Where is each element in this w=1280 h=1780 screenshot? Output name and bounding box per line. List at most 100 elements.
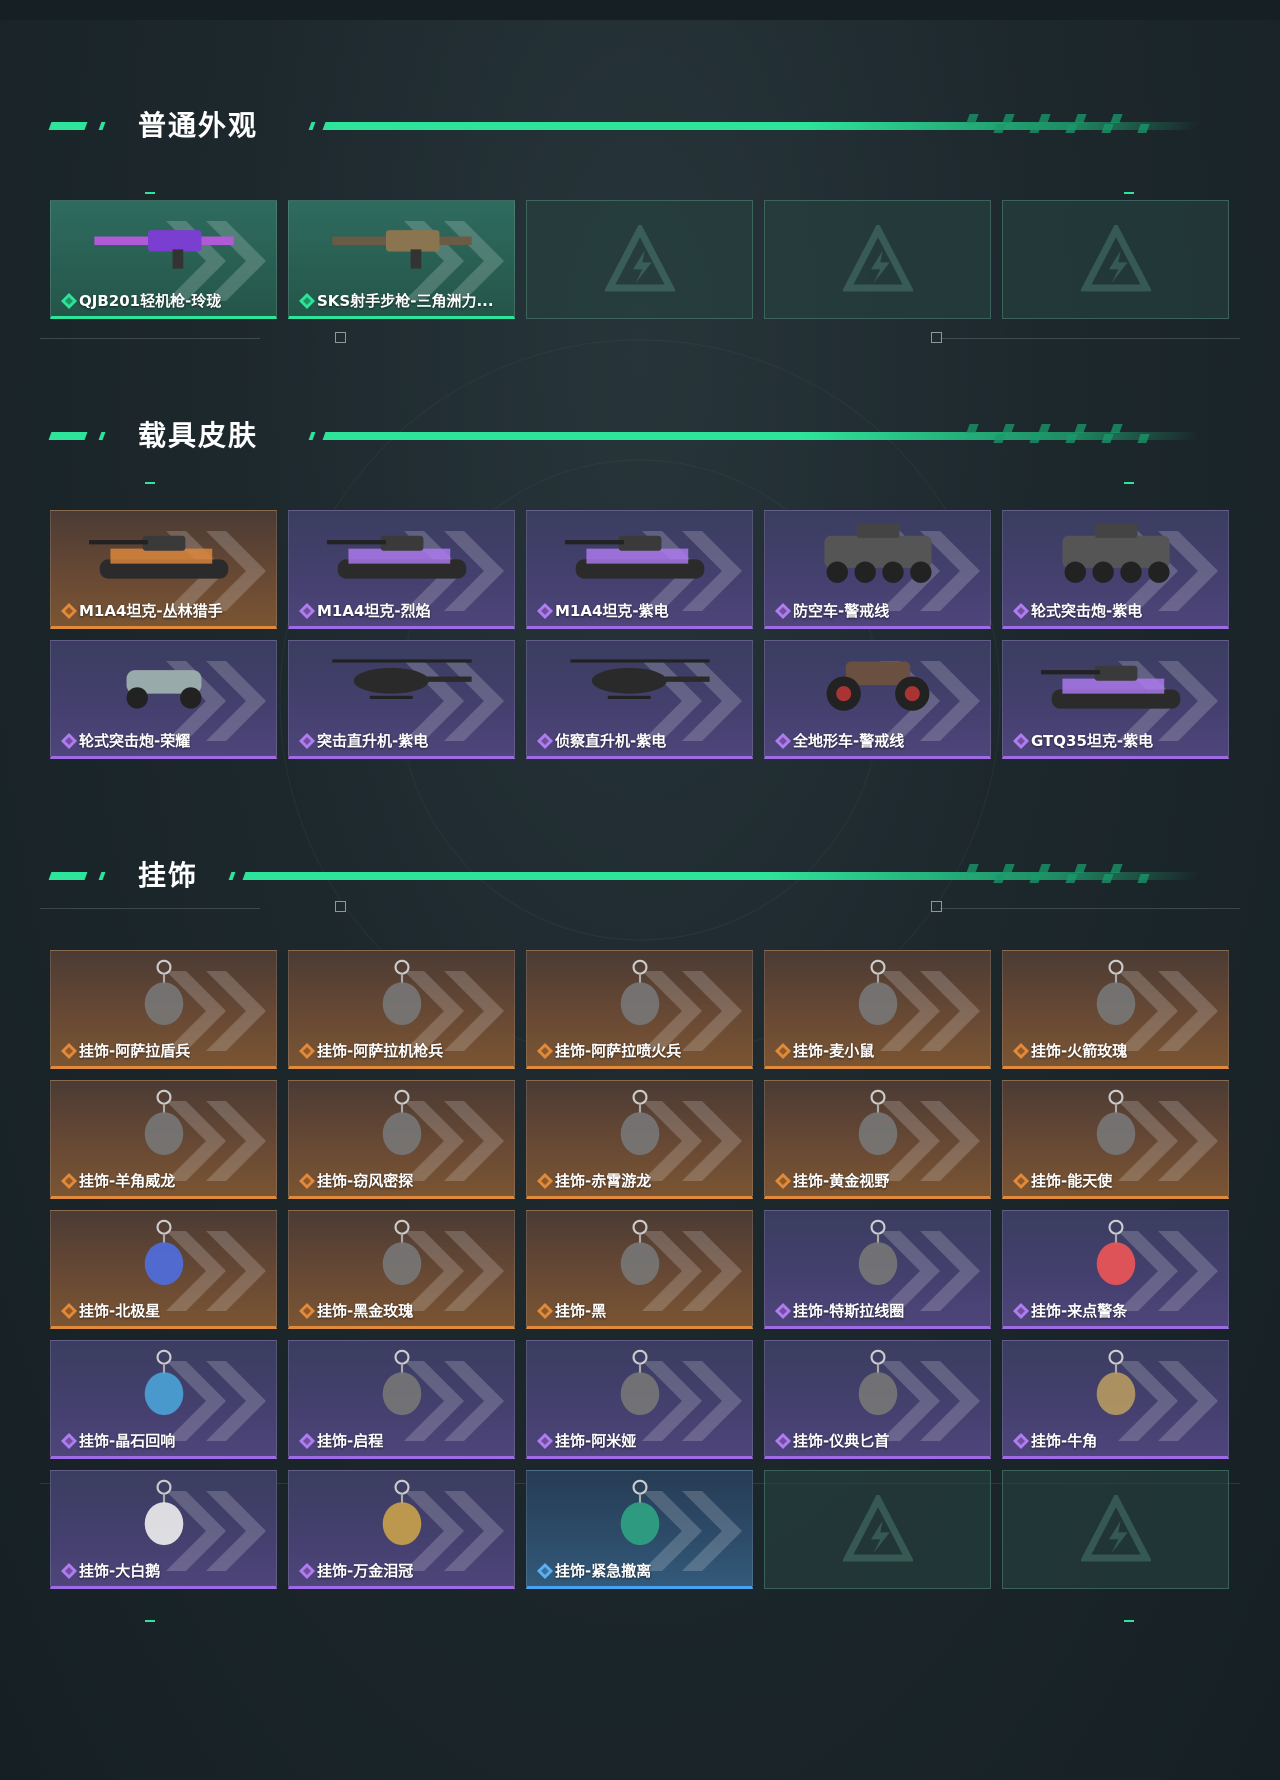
item-card[interactable]: 挂饰-羊角威龙 — [50, 1080, 277, 1199]
item-label: 挂饰-羊角威龙 — [79, 1172, 176, 1190]
charm-rose-icon — [382, 1219, 421, 1286]
decor-dash — [1124, 482, 1134, 484]
item-card[interactable]: 挂饰-来点警条 — [1002, 1210, 1229, 1329]
rarity-icon — [299, 603, 315, 619]
checker-square — [1110, 114, 1123, 123]
rarity-icon — [61, 293, 77, 309]
rarity-icon — [537, 733, 553, 749]
item-card[interactable]: M1A4坦克-丛林猎手 — [50, 510, 277, 629]
checker-square — [1101, 874, 1114, 883]
item-card[interactable]: 挂饰-晶石回响 — [50, 1340, 277, 1459]
item-card[interactable]: 挂饰-紧急撤离 — [526, 1470, 753, 1589]
item-grid: QJB201轻机枪-玲珑 SKS射手步枪-三角洲力... — [50, 200, 1229, 319]
empty-slot — [1002, 1470, 1229, 1589]
item-card[interactable]: 挂饰-北极星 — [50, 1210, 277, 1329]
item-card[interactable]: 突击直升机-紫电 — [288, 640, 515, 759]
rarity-icon — [775, 1303, 791, 1319]
rarity-icon — [537, 1303, 553, 1319]
charm-medal-icon — [382, 1349, 421, 1416]
item-card[interactable]: 挂饰-牛角 — [1002, 1340, 1229, 1459]
decor-line — [940, 338, 1240, 339]
header-accent — [48, 432, 88, 440]
section-title: 载具皮肤 — [138, 419, 259, 452]
item-card[interactable]: M1A4坦克-烈焰 — [288, 510, 515, 629]
item-card[interactable]: 挂饰-仪典匕首 — [764, 1340, 991, 1459]
item-card[interactable]: 挂饰-阿萨拉盾兵 — [50, 950, 277, 1069]
item-card[interactable]: 挂饰-窃风密探 — [288, 1080, 515, 1199]
rarity-icon — [299, 1303, 315, 1319]
rarity-icon — [299, 733, 315, 749]
section-title: 普通外观 — [138, 109, 259, 142]
item-card[interactable]: 挂饰-万金泪冠 — [288, 1470, 515, 1589]
item-card[interactable]: 挂饰-黄金视野 — [764, 1080, 991, 1199]
checker-square — [1002, 424, 1015, 433]
item-card[interactable]: 挂饰-能天使 — [1002, 1080, 1229, 1199]
rarity-icon — [61, 1303, 77, 1319]
rarity-icon — [299, 293, 315, 309]
item-card[interactable]: 挂饰-阿萨拉机枪兵 — [288, 950, 515, 1069]
item-card[interactable]: 挂饰-黑金玫瑰 — [288, 1210, 515, 1329]
item-card[interactable]: 防空车-警戒线 — [764, 510, 991, 629]
item-card[interactable]: 挂饰-大白鹅 — [50, 1470, 277, 1589]
header-checker — [966, 114, 1168, 136]
rarity-icon — [537, 1433, 553, 1449]
item-card[interactable]: 轮式突击炮-荣耀 — [50, 640, 277, 759]
item-label: 挂饰-牛角 — [1031, 1432, 1098, 1450]
item-card[interactable]: GTQ35坦克-紫电 — [1002, 640, 1229, 759]
decor-dash — [145, 192, 155, 194]
item-card[interactable]: QJB201轻机枪-玲珑 — [50, 200, 277, 319]
checker-square — [1038, 864, 1051, 873]
charm-coil-icon — [858, 1219, 897, 1286]
item-card[interactable]: 挂饰-赤霄游龙 — [526, 1080, 753, 1199]
decor-dash — [145, 482, 155, 484]
item-card[interactable]: 挂饰-黑 — [526, 1210, 753, 1329]
item-card[interactable]: M1A4坦克-紫电 — [526, 510, 753, 629]
checker-square — [1029, 434, 1042, 443]
header-accent — [98, 122, 106, 130]
item-label: 侦察直升机-紫电 — [555, 732, 667, 750]
item-label: 轮式突击炮-荣耀 — [79, 732, 191, 750]
item-card[interactable]: 挂饰-特斯拉线圈 — [764, 1210, 991, 1329]
header-accent — [98, 872, 106, 880]
checker-square — [1101, 124, 1114, 133]
rarity-icon — [61, 1173, 77, 1189]
item-label: 全地形车-警戒线 — [793, 732, 905, 750]
item-card[interactable]: 挂饰-阿米娅 — [526, 1340, 753, 1459]
item-label: 挂饰-火箭玫瑰 — [1031, 1042, 1128, 1060]
rarity-icon — [775, 1173, 791, 1189]
rarity-icon — [1013, 733, 1029, 749]
checker-square — [966, 424, 979, 433]
section-header: 挂饰 — [48, 858, 1200, 898]
decor-square — [931, 901, 942, 912]
section-header: 普通外观 — [48, 108, 1200, 148]
checker-square — [1029, 124, 1042, 133]
rarity-icon — [537, 603, 553, 619]
rarity-icon — [1013, 1433, 1029, 1449]
rarity-icon — [61, 733, 77, 749]
helicopter-icon — [569, 659, 710, 699]
charm-figure-icon — [620, 959, 659, 1026]
item-label: 挂饰-阿萨拉盾兵 — [79, 1042, 191, 1060]
item-card[interactable]: 挂饰-麦小鼠 — [764, 950, 991, 1069]
charm-figure-icon — [144, 959, 183, 1026]
item-label: 挂饰-黑 — [555, 1302, 607, 1320]
item-card[interactable]: 挂饰-火箭玫瑰 — [1002, 950, 1229, 1069]
item-card[interactable]: 侦察直升机-紫电 — [526, 640, 753, 759]
rarity-icon — [61, 1043, 77, 1059]
item-card[interactable]: 挂饰-阿萨拉喷火兵 — [526, 950, 753, 1069]
rarity-icon — [775, 1043, 791, 1059]
item-card[interactable]: 全地形车-警戒线 — [764, 640, 991, 759]
charm-mouse-icon — [858, 959, 897, 1026]
buggy-icon — [126, 670, 201, 709]
item-card[interactable]: SKS射手步枪-三角洲力... — [288, 200, 515, 319]
checker-square — [1002, 864, 1015, 873]
item-card[interactable]: 轮式突击炮-紫电 — [1002, 510, 1229, 629]
decor-square — [335, 901, 346, 912]
item-card[interactable]: 挂饰-启程 — [288, 1340, 515, 1459]
checker-square — [966, 864, 979, 873]
item-label: 挂饰-阿萨拉喷火兵 — [555, 1042, 682, 1060]
decor-dash — [1124, 192, 1134, 194]
atv-icon — [826, 661, 929, 711]
item-label: 挂饰-黑金玫瑰 — [317, 1302, 414, 1320]
item-label: QJB201轻机枪-玲珑 — [79, 292, 222, 310]
